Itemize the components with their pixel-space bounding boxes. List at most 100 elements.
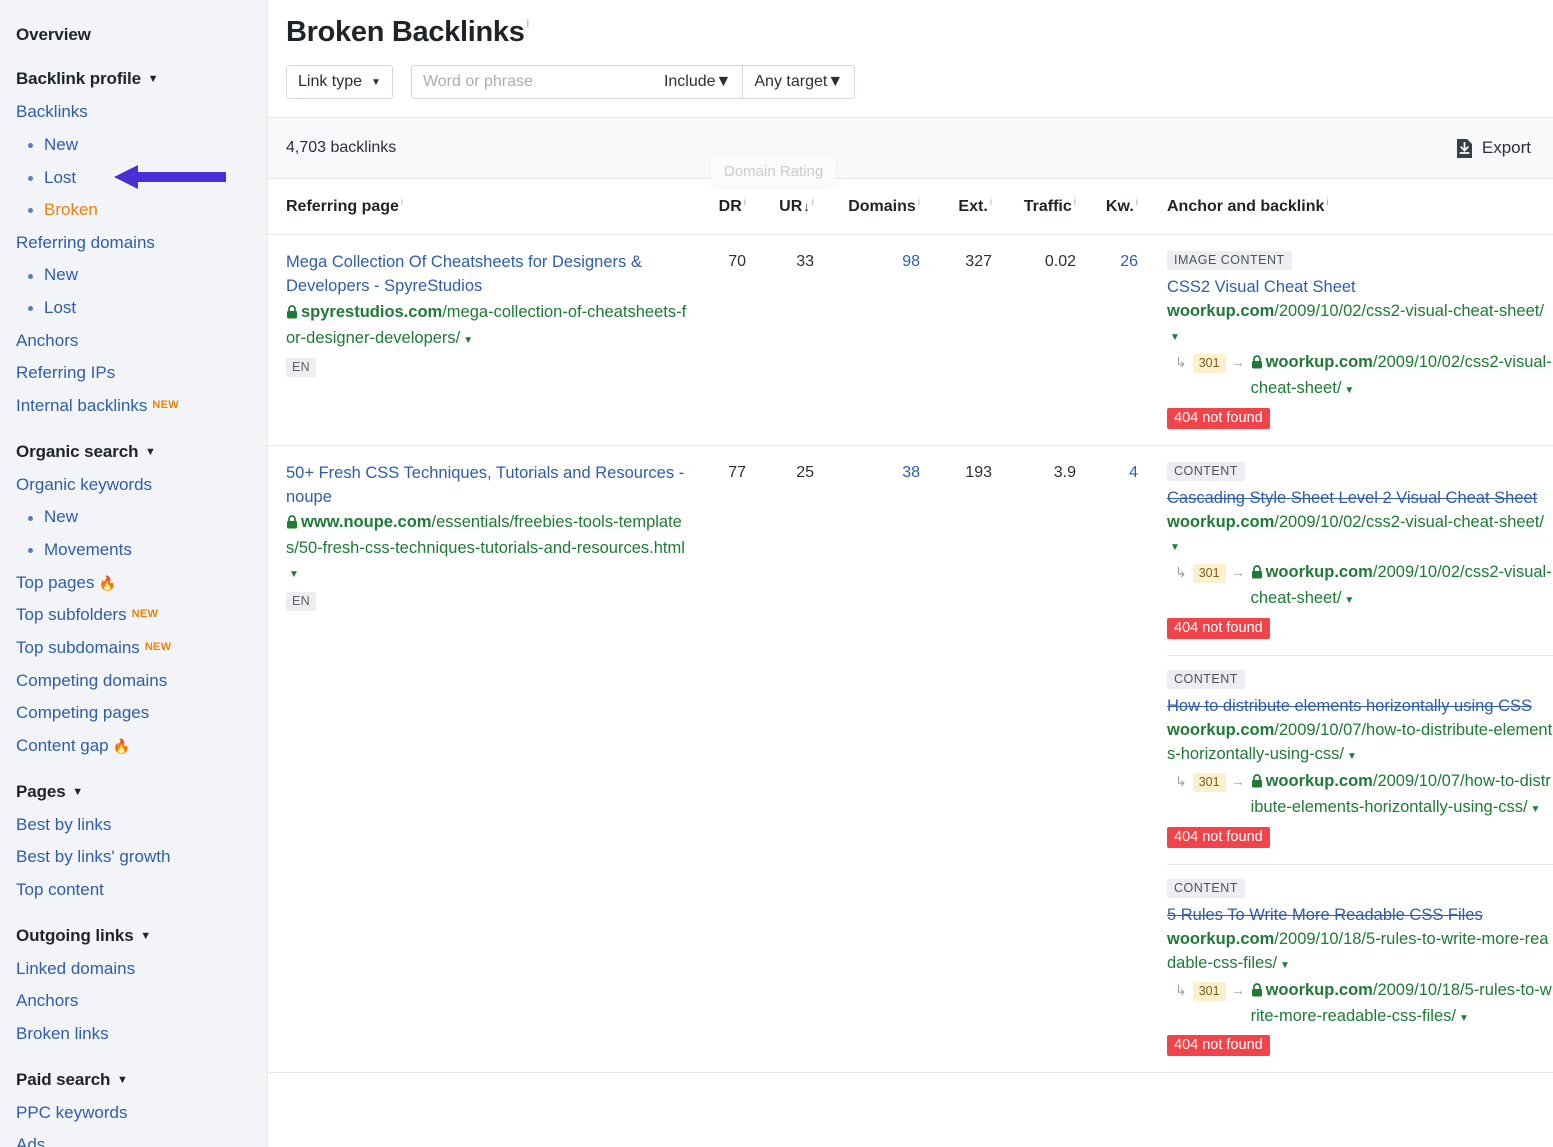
sidebar-item-label: Broken (44, 200, 98, 219)
redirect-line: ↳301→woorkup.com/2009/10/07/how-to-distr… (1167, 770, 1553, 820)
sidebar-item-internal-backlinks[interactable]: Internal backlinksNEW (0, 390, 267, 423)
column-header-domains[interactable]: Domainsi (814, 197, 920, 216)
sidebar-item-competing-pages[interactable]: Competing pages (0, 697, 267, 730)
backlink-url[interactable]: woorkup.com/2009/10/18/5-rules-to-write-… (1167, 928, 1553, 976)
backlink-url[interactable]: woorkup.com/2009/10/02/css2-visual-cheat… (1167, 511, 1553, 559)
chevron-down-icon[interactable]: ▼ (1344, 385, 1354, 396)
sidebar-item-top-subfolders[interactable]: Top subfoldersNEW (0, 599, 267, 632)
redirect-target-url[interactable]: woorkup.com/2009/10/07/how-to-distribute… (1251, 770, 1553, 820)
redirect-target-url[interactable]: woorkup.com/2009/10/02/css2-visual-cheat… (1251, 351, 1553, 401)
sidebar-item-broken[interactable]: Broken (0, 194, 267, 227)
sidebar-group-header-organic-search[interactable]: Organic search ▼ (0, 435, 267, 469)
chevron-down-icon[interactable]: ▼ (463, 335, 473, 346)
column-header-ext[interactable]: Ext.i (920, 197, 992, 216)
column-header-dr[interactable]: DRi (690, 197, 746, 216)
sidebar-item-best-by-links-growth[interactable]: Best by links' growth (0, 841, 267, 874)
sidebar-item-linked-domains[interactable]: Linked domains (0, 953, 267, 986)
sidebar-item-label: Ads (16, 1135, 45, 1147)
chevron-down-icon[interactable]: ▼ (72, 785, 83, 801)
redirect-target-url[interactable]: woorkup.com/2009/10/02/css2-visual-cheat… (1251, 561, 1553, 611)
arrow-right-icon: → (1231, 770, 1245, 792)
url-domain: woorkup.com (1167, 302, 1274, 320)
referring-page-url[interactable]: spyrestudios.com/mega-collection-of-chea… (286, 301, 690, 351)
chevron-down-icon[interactable]: ▼ (1531, 804, 1541, 815)
column-header-kw[interactable]: Kw.i (1076, 197, 1138, 216)
chevron-down-icon[interactable]: ▼ (145, 445, 156, 461)
word-or-phrase-placeholder: Word or phrase (423, 73, 533, 91)
export-button[interactable]: Export (1456, 138, 1531, 158)
sidebar-overview-label: Overview (16, 25, 91, 44)
sidebar-item-anchors[interactable]: Anchors (0, 985, 267, 1018)
sidebar-item-organic-keywords[interactable]: Organic keywords (0, 469, 267, 502)
chevron-down-icon[interactable]: ▼ (289, 569, 299, 580)
chevron-down-icon[interactable]: ▼ (148, 72, 159, 88)
info-icon[interactable]: i (1326, 197, 1328, 208)
anchor-text-link[interactable]: How to distribute elements horizontally … (1167, 695, 1553, 719)
url-path: /2009/10/02/css2-visual-cheat-sheet/ (1274, 302, 1544, 320)
info-icon[interactable]: i (401, 197, 403, 208)
chevron-down-icon[interactable]: ▼ (1280, 960, 1290, 971)
sidebar-group-header-backlink-profile[interactable]: Backlink profile ▼ (0, 62, 267, 96)
cell-domains[interactable]: 98 (814, 251, 920, 271)
sidebar-item-lost[interactable]: Lost (0, 292, 267, 325)
chevron-down-icon[interactable]: ▼ (1170, 332, 1180, 343)
chevron-down-icon[interactable]: ▼ (117, 1073, 128, 1089)
cell-kw[interactable]: 4 (1076, 462, 1138, 482)
sidebar-item-movements[interactable]: Movements (0, 534, 267, 567)
include-dropdown[interactable]: Include ▼ (653, 66, 742, 98)
backlink-url[interactable]: woorkup.com/2009/10/07/how-to-distribute… (1167, 719, 1553, 767)
sidebar-item-top-content[interactable]: Top content (0, 874, 267, 907)
any-target-dropdown[interactable]: Any target ▼ (743, 66, 854, 98)
sidebar-group-header-outgoing-links[interactable]: Outgoing links ▼ (0, 919, 267, 953)
sidebar-item-label: Referring IPs (16, 363, 115, 382)
referring-page-title-link[interactable]: 50+ Fresh CSS Techniques, Tutorials and … (286, 462, 690, 510)
redirect-target-url[interactable]: woorkup.com/2009/10/18/5-rules-to-write-… (1251, 979, 1553, 1029)
sidebar-item-ppc-keywords[interactable]: PPC keywords (0, 1097, 267, 1130)
sidebar-item-referring-domains[interactable]: Referring domains (0, 227, 267, 260)
sidebar-item-backlinks[interactable]: Backlinks (0, 96, 267, 129)
column-header-traffic[interactable]: Traffici (992, 197, 1076, 216)
chevron-down-icon[interactable]: ▼ (1170, 542, 1180, 553)
referring-page-url[interactable]: www.noupe.com/essentials/freebies-tools-… (286, 511, 690, 585)
column-header-ur[interactable]: UR↓i (746, 197, 814, 216)
cell-domains[interactable]: 38 (814, 462, 920, 482)
sidebar-item-overview[interactable]: Overview (0, 18, 267, 52)
sidebar-group-header-pages[interactable]: Pages ▼ (0, 775, 267, 809)
referring-page-title-link[interactable]: Mega Collection Of Cheatsheets for Desig… (286, 251, 690, 299)
sidebar-item-anchors[interactable]: Anchors (0, 325, 267, 358)
sidebar-item-referring-ips[interactable]: Referring IPs (0, 357, 267, 390)
sidebar-item-ads[interactable]: Ads (0, 1129, 267, 1147)
sidebar-item-content-gap[interactable]: Content gap🔥 (0, 730, 267, 763)
chevron-down-icon[interactable]: ▼ (1459, 1013, 1469, 1024)
chevron-down-icon[interactable]: ▼ (140, 929, 151, 945)
column-header-referring-page[interactable]: Referring pagei (268, 197, 690, 216)
sidebar-item-new[interactable]: New (0, 501, 267, 534)
column-header-anchor-and-backlink[interactable]: Anchor and backlinki (1138, 197, 1553, 216)
word-or-phrase-input[interactable]: Word or phrase (412, 66, 653, 98)
status-badge: 404 not found (1167, 618, 1270, 639)
sidebar-item-new[interactable]: New (0, 259, 267, 292)
sort-descending-icon[interactable]: ↓ (803, 199, 810, 214)
sidebar-group-header-paid-search[interactable]: Paid search ▼ (0, 1063, 267, 1097)
sidebar-item-label: Lost (44, 168, 76, 187)
sidebar-item-broken-links[interactable]: Broken links (0, 1018, 267, 1051)
cell-kw[interactable]: 26 (1076, 251, 1138, 271)
redirect-arrow-icon: ↳ (1175, 351, 1187, 373)
cell-ext: 327 (920, 251, 992, 271)
link-type-dropdown[interactable]: Link type ▼ (286, 65, 393, 99)
chevron-down-icon[interactable]: ▼ (1347, 751, 1357, 762)
anchor-text-link[interactable]: CSS2 Visual Cheat Sheet (1167, 276, 1553, 300)
anchor-text-link[interactable]: Cascading Style Sheet Level 2 Visual Che… (1167, 487, 1553, 511)
page-title-info-icon[interactable]: i (527, 18, 529, 30)
anchor-text-link[interactable]: 5 Rules To Write More Readable CSS Files (1167, 904, 1553, 928)
anchor-block: CONTENTCascading Style Sheet Level 2 Vis… (1167, 462, 1553, 642)
sidebar-item-top-pages[interactable]: Top pages🔥 (0, 567, 267, 600)
chevron-down-icon[interactable]: ▼ (1344, 595, 1354, 606)
sidebar-item-top-subdomains[interactable]: Top subdomainsNEW (0, 632, 267, 665)
sidebar-item-best-by-links[interactable]: Best by links (0, 809, 267, 842)
backlink-url[interactable]: woorkup.com/2009/10/02/css2-visual-cheat… (1167, 300, 1553, 348)
sidebar-item-new[interactable]: New (0, 129, 267, 162)
sidebar-group: Pages ▼Best by linksBest by links' growt… (0, 765, 267, 907)
sidebar-item-lost[interactable]: Lost (0, 162, 267, 195)
sidebar-item-competing-domains[interactable]: Competing domains (0, 665, 267, 698)
